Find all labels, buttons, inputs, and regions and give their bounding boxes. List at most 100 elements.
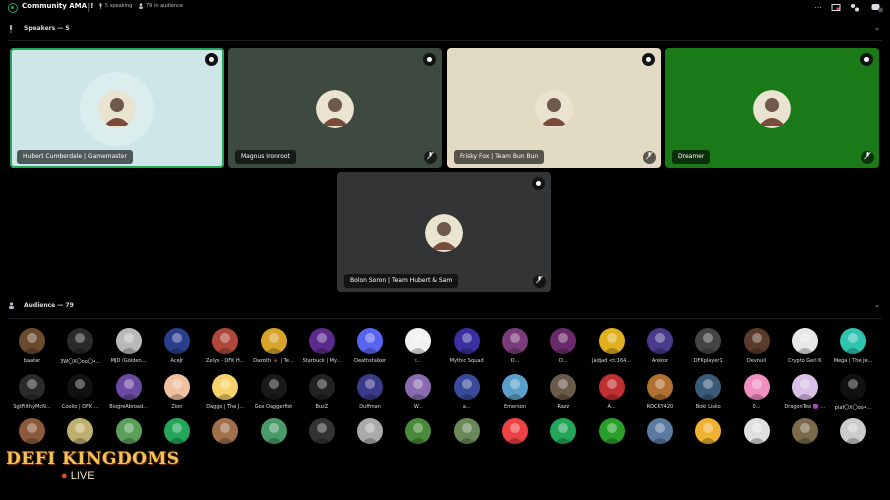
avatar[interactable] bbox=[163, 418, 190, 444]
avatar[interactable] bbox=[743, 418, 770, 444]
audience-member[interactable]: Emerson bbox=[491, 374, 539, 420]
avatar[interactable] bbox=[308, 418, 335, 444]
audience-member[interactable]: Duffman bbox=[346, 374, 394, 420]
audience-member[interactable]: Razz bbox=[539, 374, 587, 420]
speakers-section-header[interactable]: Speakers — 5 ⌄ bbox=[0, 23, 890, 37]
avatar[interactable] bbox=[695, 328, 722, 354]
avatar[interactable] bbox=[791, 374, 818, 400]
avatar[interactable] bbox=[260, 374, 287, 400]
audience-member[interactable] bbox=[394, 418, 442, 464]
audience-member[interactable] bbox=[201, 418, 249, 464]
avatar[interactable] bbox=[115, 418, 142, 444]
avatar[interactable] bbox=[550, 374, 577, 400]
avatar[interactable] bbox=[502, 328, 528, 354]
gear-icon[interactable] bbox=[860, 53, 873, 66]
screen-share-icon[interactable] bbox=[831, 3, 841, 13]
avatar[interactable] bbox=[357, 328, 384, 354]
audience-member[interactable] bbox=[684, 418, 732, 464]
speaker-tile[interactable]: Magnus Ironroot bbox=[228, 48, 442, 168]
audience-member[interactable]: piaf〇X〇oo•... bbox=[829, 374, 877, 420]
avatar[interactable] bbox=[67, 328, 94, 354]
audience-member[interactable]: Boki Lisko bbox=[684, 374, 732, 420]
audience-member[interactable]: Zion bbox=[153, 374, 201, 420]
avatar[interactable] bbox=[453, 374, 480, 400]
avatar[interactable] bbox=[753, 90, 791, 128]
avatar[interactable] bbox=[598, 374, 625, 400]
audience-member[interactable] bbox=[588, 418, 636, 464]
audience-member[interactable]: DragonTea 🟣 ... bbox=[781, 374, 829, 420]
avatar[interactable] bbox=[743, 374, 770, 400]
more-options-icon[interactable]: ⋯ bbox=[813, 3, 823, 13]
audience-member[interactable]: D... bbox=[491, 328, 539, 374]
speaker-tile[interactable]: Bolon Soron | Team Hubert & Sam bbox=[337, 172, 551, 292]
avatar[interactable] bbox=[163, 328, 190, 354]
avatar[interactable] bbox=[791, 328, 818, 354]
avatar[interactable] bbox=[357, 374, 384, 400]
avatar[interactable] bbox=[19, 374, 45, 400]
audience-member[interactable]: DFKplayer1 bbox=[684, 328, 732, 374]
avatar[interactable] bbox=[405, 374, 432, 400]
avatar[interactable] bbox=[260, 328, 287, 354]
avatar[interactable] bbox=[212, 374, 239, 400]
avatar[interactable] bbox=[453, 418, 480, 444]
avatar[interactable] bbox=[115, 328, 142, 354]
audience-member[interactable]: Deathstalker bbox=[346, 328, 394, 374]
audience-member[interactable]: 3W〇X〇oo〇•... bbox=[56, 328, 104, 374]
avatar[interactable] bbox=[212, 328, 239, 354]
audience-member[interactable]: baatar bbox=[8, 328, 56, 374]
activity-icon[interactable] bbox=[850, 3, 860, 13]
avatar[interactable] bbox=[98, 90, 136, 128]
gear-icon[interactable] bbox=[532, 177, 545, 190]
audience-member[interactable] bbox=[829, 418, 877, 464]
avatar[interactable] bbox=[598, 418, 625, 444]
audience-member[interactable]: i... bbox=[394, 328, 442, 374]
audience-member[interactable] bbox=[491, 418, 539, 464]
avatar[interactable] bbox=[316, 90, 354, 128]
audience-member[interactable] bbox=[733, 418, 781, 464]
audience-section-header[interactable]: Audience — 79 ⌄ bbox=[0, 300, 890, 314]
avatar[interactable] bbox=[695, 374, 722, 400]
audience-member[interactable]: Mega | The Je... bbox=[829, 328, 877, 374]
speaker-tile[interactable]: Hubert Cumberdale | Gamemaster bbox=[10, 48, 224, 168]
audience-member[interactable] bbox=[636, 418, 684, 464]
audience-member[interactable] bbox=[781, 418, 829, 464]
avatar[interactable] bbox=[405, 328, 432, 354]
avatar[interactable] bbox=[840, 374, 867, 400]
audience-member[interactable]: Crypto Geri K bbox=[781, 328, 829, 374]
audience-member[interactable]: BuzZ bbox=[298, 374, 346, 420]
audience-member[interactable]: 0... bbox=[733, 374, 781, 420]
gear-icon[interactable] bbox=[205, 53, 218, 66]
avatar[interactable] bbox=[535, 90, 573, 128]
audience-member[interactable]: A... bbox=[588, 374, 636, 420]
avatar[interactable] bbox=[19, 328, 45, 354]
avatar[interactable] bbox=[308, 374, 335, 400]
avatar[interactable] bbox=[163, 374, 190, 400]
avatar[interactable] bbox=[67, 418, 94, 444]
audience-member[interactable] bbox=[346, 418, 394, 464]
speaker-tile[interactable]: Dreamer bbox=[665, 48, 879, 168]
avatar[interactable] bbox=[67, 374, 94, 400]
audience-member[interactable]: Starbuck | My... bbox=[298, 328, 346, 374]
avatar[interactable] bbox=[840, 328, 867, 354]
avatar[interactable] bbox=[502, 374, 528, 400]
gear-icon[interactable] bbox=[642, 53, 655, 66]
chevron-down-icon[interactable]: ⌄ bbox=[874, 24, 880, 32]
avatar[interactable] bbox=[646, 374, 673, 400]
avatar[interactable] bbox=[212, 418, 239, 444]
chat-icon[interactable] bbox=[871, 3, 883, 13]
audience-member[interactable] bbox=[298, 418, 346, 464]
avatar[interactable] bbox=[550, 328, 577, 354]
audience-member[interactable]: Coolio | DFK ... bbox=[56, 374, 104, 420]
avatar[interactable] bbox=[502, 418, 528, 444]
avatar[interactable] bbox=[646, 328, 673, 354]
avatar[interactable] bbox=[840, 418, 867, 444]
audience-member[interactable]: MJD (Golden... bbox=[105, 328, 153, 374]
audience-member[interactable]: Daggs | The J... bbox=[201, 374, 249, 420]
avatar[interactable] bbox=[19, 418, 45, 444]
avatar[interactable] bbox=[425, 214, 463, 252]
audience-member[interactable]: Gox Daggerfist bbox=[250, 374, 298, 420]
audience-member[interactable] bbox=[250, 418, 298, 464]
audience-member[interactable]: Devnull bbox=[733, 328, 781, 374]
audience-member[interactable]: SgtFilthyMcN... bbox=[8, 374, 56, 420]
avatar[interactable] bbox=[550, 418, 577, 444]
